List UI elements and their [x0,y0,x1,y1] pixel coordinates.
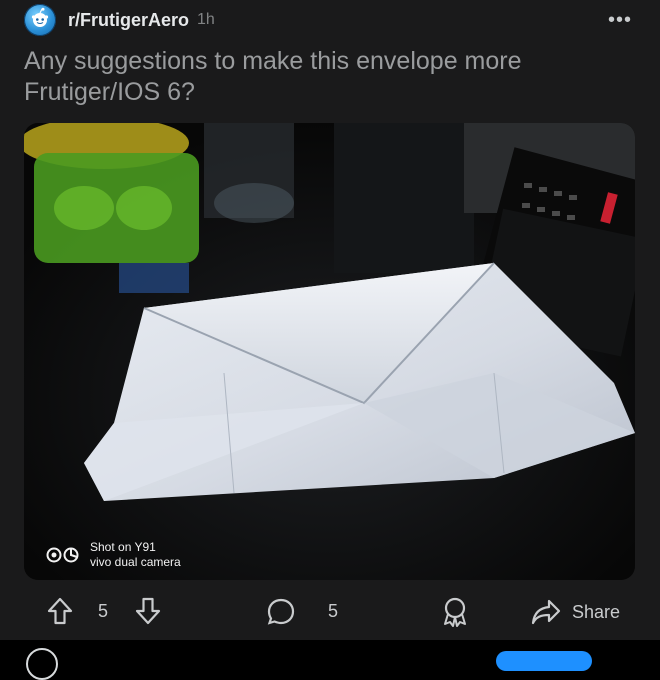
subreddit-name[interactable]: r/FrutigerAero [68,10,189,31]
upvote-button[interactable] [46,596,74,626]
arrow-down-icon [134,596,162,626]
comment-bubble-icon [266,597,296,627]
vote-count: 5 [98,601,109,621]
downvote-button[interactable] [134,596,162,626]
next-post-join-button[interactable] [496,651,592,671]
camera-watermark: Shot on Y91 vivo dual camera [46,540,181,570]
award-icon [440,596,470,628]
share-label: Share [572,601,621,622]
subreddit-avatar[interactable] [24,4,56,36]
award-button[interactable] [440,596,470,628]
more-options-button[interactable]: ••• [608,10,632,30]
arrow-up-icon [46,596,74,626]
snoo-icon [29,7,51,34]
comments-button[interactable] [266,597,296,627]
post-time: 1h [197,11,215,28]
watermark-line-1: Shot on Y91 [90,540,156,554]
post-image[interactable]: Shot on Y91 vivo dual camera [24,123,635,580]
aperture-icon [46,547,80,563]
share-button[interactable]: Share [530,598,620,626]
comment-count: 5 [328,601,339,621]
envelope-photo [24,123,635,580]
post-card: r/FrutigerAero 1h ••• Any suggestions to… [0,0,660,640]
share-arrow-icon [530,598,562,626]
next-post-avatar[interactable] [26,648,58,680]
watermark-text: Shot on Y91 vivo dual camera [90,540,181,570]
post-actions: 5 5 Share [0,590,660,634]
post-title[interactable]: Any suggestions to make this envelope mo… [24,46,624,108]
watermark-line-2: vivo dual camera [90,555,181,569]
post-header: r/FrutigerAero 1h [24,4,215,36]
